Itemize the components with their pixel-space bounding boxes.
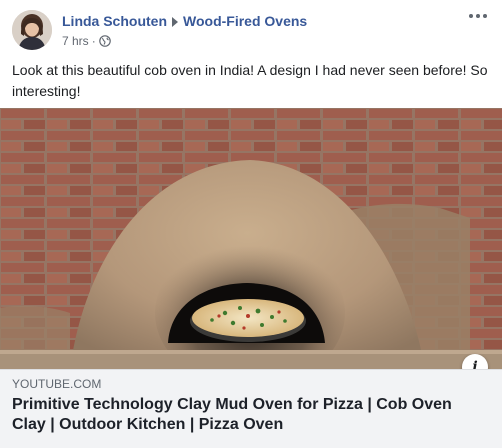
more-options-icon[interactable] xyxy=(466,8,490,24)
post-text: Look at this beautiful cob oven in India… xyxy=(12,62,488,99)
post-meta: 7 hrs · xyxy=(62,34,111,50)
arrow-right-icon xyxy=(172,17,178,27)
more-dot xyxy=(476,14,480,18)
meta-separator: · xyxy=(91,34,96,48)
feed-post: Linda Schouten Wood-Fired Ovens 7 hrs · Lo… xyxy=(0,0,502,448)
avatar-photo xyxy=(12,10,52,50)
more-dot xyxy=(483,14,487,18)
more-dot xyxy=(469,14,473,18)
link-preview-image[interactable]: i xyxy=(0,108,502,369)
link-preview-caption[interactable]: YOUTUBE.COM Primitive Technology Clay Mu… xyxy=(0,369,502,448)
author-name-link[interactable]: Linda Schouten xyxy=(62,13,167,29)
post-header: Linda Schouten Wood-Fired Ovens 7 hrs · xyxy=(12,10,490,52)
group-name-link[interactable]: Wood-Fired Ovens xyxy=(183,13,307,29)
post-timestamp[interactable]: 7 hrs xyxy=(62,34,89,48)
globe-icon[interactable] xyxy=(98,35,111,50)
post-title-line: Linda Schouten Wood-Fired Ovens xyxy=(62,13,307,29)
author-avatar[interactable] xyxy=(12,10,52,50)
link-title[interactable]: Primitive Technology Clay Mud Oven for P… xyxy=(12,395,482,435)
link-domain: YOUTUBE.COM xyxy=(12,377,102,391)
cob-oven-photo xyxy=(0,108,502,369)
